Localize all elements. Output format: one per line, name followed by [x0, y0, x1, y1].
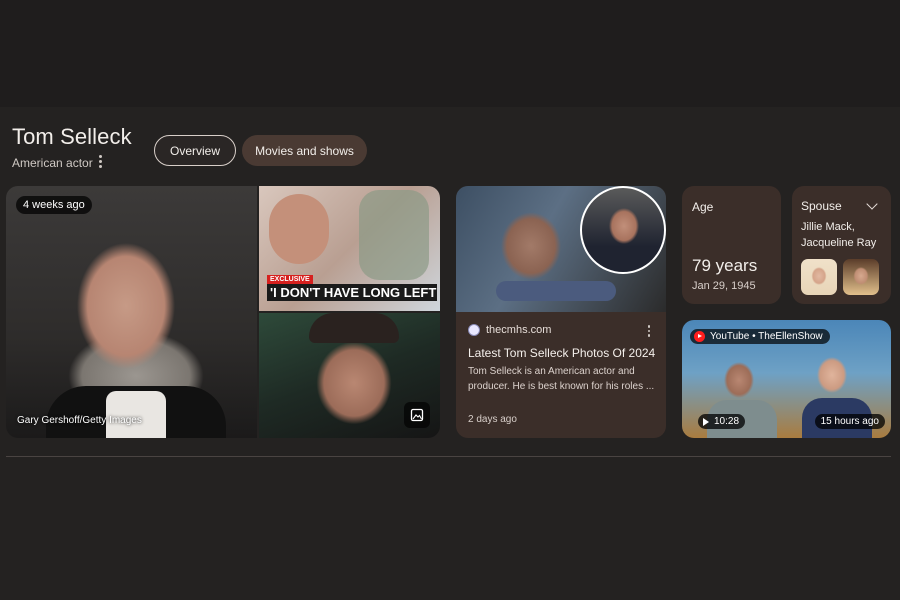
entity-title: Tom Selleck [12, 124, 132, 149]
news-thumbnail [456, 186, 666, 312]
age-value: 79 years [692, 256, 758, 275]
thumbnail-arm-shape [496, 281, 616, 301]
tab-movies-and-shows[interactable]: Movies and shows [242, 135, 367, 166]
main-photo[interactable]: 4 weeks ago Gary Gershoff/Getty Images [6, 186, 257, 438]
entity-subtitle: American actor [12, 156, 93, 170]
news-source-row: thecmhs.com [468, 324, 551, 336]
age-label: Age [692, 200, 714, 214]
portrait-photo[interactable] [259, 313, 440, 438]
photo-face-shape [269, 194, 329, 264]
news-more-icon[interactable] [646, 324, 652, 338]
tab-overview[interactable]: Overview [154, 135, 236, 166]
birth-date: Jan 29, 1945 [692, 280, 756, 292]
video-source: YouTube • TheEllenShow [710, 331, 823, 342]
image-mosaic: 4 weeks ago Gary Gershoff/Getty Images E… [6, 186, 440, 438]
age-card: Age 79 years Jan 29, 1945 [682, 186, 781, 304]
gallery-icon[interactable] [404, 402, 430, 428]
section-divider [6, 456, 891, 457]
news-photo-hospital[interactable]: EXCLUSIVE 'I DON'T HAVE LONG LEFT [259, 186, 440, 311]
play-icon [703, 417, 709, 426]
video-posted: 15 hours ago [814, 414, 885, 429]
photo-credit: Gary Gershoff/Getty Images [17, 415, 142, 426]
photo-hair-shape [309, 313, 399, 343]
youtube-icon [694, 331, 705, 342]
video-source-pill: YouTube • TheEllenShow [690, 329, 830, 344]
news-card[interactable]: thecmhs.com Latest Tom Selleck Photos Of… [456, 186, 666, 438]
spouse-names: Jillie Mack, Jacqueline Ray [801, 221, 877, 249]
spouse-thumbnail[interactable] [843, 259, 879, 295]
video-duration: 10:28 [714, 416, 740, 427]
top-band [0, 0, 900, 107]
news-time: 2 days ago [468, 414, 517, 425]
video-duration-pill: 10:28 [698, 414, 746, 429]
spouse-label: Spouse [801, 199, 842, 213]
photo-headline: 'I DON'T HAVE LONG LEFT [267, 284, 437, 301]
news-source: thecmhs.com [486, 324, 552, 336]
spouse-thumbnail[interactable] [801, 259, 837, 295]
news-title[interactable]: Latest Tom Selleck Photos Of 2024 [468, 346, 658, 360]
news-snippet: Tom Selleck is an American actor and pro… [468, 366, 655, 392]
site-favicon [468, 324, 480, 336]
exclusive-tag: EXCLUSIVE [267, 275, 313, 284]
photo-age-badge: 4 weeks ago [16, 196, 92, 214]
chevron-down-icon[interactable] [866, 198, 878, 210]
spouse-card[interactable]: Spouse Jillie Mack, Jacqueline Ray [792, 186, 891, 304]
news-inset-portrait [580, 186, 666, 274]
video-card[interactable]: YouTube • TheEllenShow 10:28 15 hours ag… [682, 320, 891, 438]
more-vert-icon[interactable] [96, 154, 104, 168]
photo-hospital-shape [359, 190, 429, 280]
